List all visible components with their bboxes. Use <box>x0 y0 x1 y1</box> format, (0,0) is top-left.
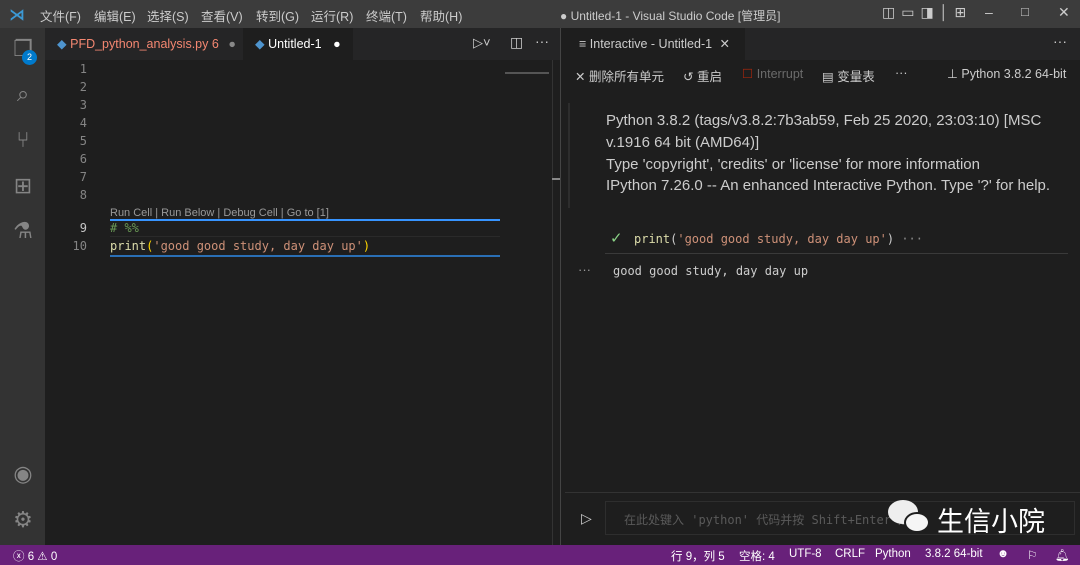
cursor-position[interactable]: 行 9，列 5 <box>671 548 725 564</box>
code-function: print <box>110 239 147 253</box>
account-icon[interactable]: ◉ <box>10 461 36 487</box>
variables-button[interactable]: ▤ 变量表 <box>822 66 875 85</box>
line-ending[interactable]: CRLF <box>835 548 865 560</box>
notifications-bell-icon[interactable]: 🔔︎ <box>1055 548 1070 562</box>
status-bar: ⓧ 6 ⚠ 0 行 9，列 5 空格: 4 UTF-8 CRLF Python … <box>0 545 1080 565</box>
python-file-icon: ◆ <box>57 37 67 51</box>
jupyter-icon[interactable]: ☻ <box>997 548 1009 560</box>
vscode-logo-icon: ⋊ <box>9 7 25 24</box>
scrollbar-cursor-marker <box>552 178 560 180</box>
minimap[interactable] <box>505 72 549 74</box>
interactive-toolbar: ✕ 删除所有单元 ↺ 重启 ☐ Interrupt ▤ 变量表 ··· ⊥ Py… <box>565 60 1080 88</box>
tab-untitled-1[interactable]: ◆ Untitled-1 ● <box>243 28 353 60</box>
tab-interactive[interactable]: ≡ Interactive - Untitled-1 ✕ <box>565 28 745 60</box>
line-number: 8 <box>79 188 87 202</box>
clear-all-button[interactable]: ✕ 删除所有单元 <box>575 66 664 85</box>
cell-top-border <box>110 219 500 221</box>
executed-cell-code[interactable]: print('good good study, day day up') ··· <box>634 232 923 246</box>
run-input-icon[interactable]: ▷ <box>581 510 592 527</box>
vertical-scrollbar[interactable] <box>552 60 560 545</box>
variables-icon: ▤ <box>822 70 834 84</box>
maximize-button[interactable]: □ <box>1021 4 1029 19</box>
minimize-button[interactable]: – <box>985 4 993 20</box>
cell-bottom-border <box>110 255 500 257</box>
success-check-icon: ✓ <box>610 230 623 247</box>
encoding[interactable]: UTF-8 <box>789 548 822 560</box>
line-number: 9 <box>79 221 87 235</box>
menu-selection[interactable]: 选择(S) <box>147 6 189 25</box>
problems-indicator[interactable]: ⓧ 6 ⚠ 0 <box>13 548 57 564</box>
settings-gear-icon[interactable]: ⚙ <box>10 507 36 533</box>
sysinfo-line: IPython 7.26.0 -- An enhanced Interactiv… <box>606 177 1051 194</box>
menu-go[interactable]: 转到(G) <box>256 6 299 25</box>
feedback-icon[interactable]: ⚐ <box>1027 548 1037 562</box>
close-tab-icon[interactable]: ✕ <box>720 37 730 51</box>
stop-icon: ☐ <box>742 67 754 81</box>
menu-help[interactable]: 帮助(H) <box>420 6 462 25</box>
line-number: 2 <box>79 80 87 94</box>
split-editor-icon[interactable]: ◫ <box>510 34 523 51</box>
watermark-text: 生信小院 <box>937 507 1045 537</box>
kernel-icon: ⊥ <box>947 67 958 81</box>
restart-button[interactable]: ↺ 重启 <box>683 66 722 85</box>
explorer-badge: 2 <box>22 50 37 65</box>
current-line-highlight <box>110 236 500 237</box>
editor-tabs: ◆ PFD_python_analysis.py 6 ● ◆ Untitled-… <box>45 28 560 60</box>
split-sash[interactable] <box>560 28 565 545</box>
line-number: 10 <box>72 239 87 253</box>
modified-dot-icon: ● <box>333 37 341 51</box>
wechat-watermark-icon <box>888 498 936 536</box>
testing-flask-icon[interactable]: ⚗ <box>10 218 36 244</box>
cell-gutter <box>568 103 570 208</box>
run-dropdown-button[interactable]: ▷˅ <box>473 35 491 51</box>
line-number: 4 <box>79 116 87 130</box>
input-divider <box>565 492 1080 493</box>
more-icon[interactable]: ··· <box>895 66 908 80</box>
source-control-icon[interactable]: ⑂ <box>10 127 36 153</box>
sysinfo-line: v.1916 64 bit (AMD64)] <box>606 134 760 151</box>
python-file-icon: ◆ <box>255 37 265 51</box>
layout-toggle-icons[interactable]: ◫▭◨│⊞ <box>882 4 972 21</box>
sysinfo-line: Type 'copyright', 'credits' or 'license'… <box>606 156 980 173</box>
line-number: 6 <box>79 152 87 166</box>
more-actions-icon[interactable]: ··· <box>535 33 549 49</box>
line-number: 1 <box>79 62 87 76</box>
line-number: 3 <box>79 98 87 112</box>
code-editor[interactable]: 1 2 3 4 5 6 7 8 Run Cell | Run Below | D… <box>45 60 560 545</box>
modified-dot-icon: ● <box>228 37 236 51</box>
codelens-actions[interactable]: Run Cell | Run Below | Debug Cell | Go t… <box>110 207 329 219</box>
extensions-icon[interactable]: ⊞ <box>10 173 36 199</box>
indentation[interactable]: 空格: 4 <box>739 548 775 564</box>
line-number: 5 <box>79 134 87 148</box>
line-number: 7 <box>79 170 87 184</box>
kernel-picker[interactable]: ⊥ Python 3.8.2 64-bit <box>947 66 1066 81</box>
search-icon[interactable]: ⌕ <box>10 81 36 107</box>
language-mode[interactable]: Python <box>875 548 911 560</box>
code-line: print('good good study, day day up') <box>110 239 370 253</box>
interactive-icon: ≡ <box>579 37 587 51</box>
tab-pfd-python-analysis[interactable]: ◆ PFD_python_analysis.py 6 ● <box>45 28 243 60</box>
code-paren: ) <box>362 239 371 253</box>
menu-view[interactable]: 查看(V) <box>201 6 243 25</box>
interactive-tabs: ≡ Interactive - Untitled-1 ✕ ··· <box>565 28 1080 60</box>
menu-run[interactable]: 运行(R) <box>311 6 353 25</box>
interrupt-button[interactable]: ☐ Interrupt <box>742 66 803 81</box>
title-bar: ⋊ 文件(F) 编辑(E) 选择(S) 查看(V) 转到(G) 运行(R) 终端… <box>0 0 1080 28</box>
menu-terminal[interactable]: 终端(T) <box>366 6 407 25</box>
cell-output: good good study, day day up <box>613 264 809 278</box>
close-button[interactable]: ✕ <box>1058 4 1070 21</box>
output-more-icon[interactable]: ··· <box>578 262 591 277</box>
menu-file[interactable]: 文件(F) <box>40 6 81 25</box>
input-placeholder: 在此处键入 'python' 代码并按 Shift+Enter 运行 <box>624 513 923 527</box>
code-string: 'good good study, day day up' <box>153 239 363 253</box>
menu-edit[interactable]: 编辑(E) <box>94 6 136 25</box>
sysinfo-line: Python 3.8.2 (tags/v3.8.2:7b3ab59, Feb 2… <box>606 112 1042 129</box>
cell-marker: # %% <box>110 221 139 235</box>
more-actions-icon[interactable]: ··· <box>1053 33 1067 49</box>
cell-divider <box>605 253 1068 254</box>
python-interpreter[interactable]: 3.8.2 64-bit <box>925 548 983 560</box>
window-title: ● Untitled-1 - Visual Studio Code [管理员] <box>560 9 781 23</box>
activity-bar: ❐ 2 ⌕ ⑂ ⊞ ⚗ ◉ ⚙ <box>0 28 45 545</box>
